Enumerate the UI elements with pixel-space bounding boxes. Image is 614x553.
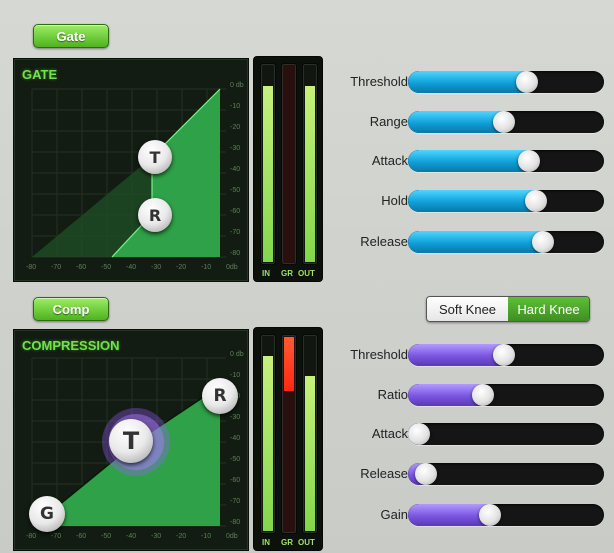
gate-graph[interactable]: GATE 0 db -10 -20 -30 -40 -50 -60 -70 -80 -80 -70… (13, 58, 249, 282)
comp-x-tick: -80 (26, 533, 37, 540)
gate-toggle-button[interactable]: Gate (33, 24, 109, 48)
soft-knee-option[interactable]: Soft Knee (427, 297, 508, 321)
gate-y-tick: -60 (230, 208, 241, 215)
comp-x-axis: -80 -70 -60 -50 -40 -30 -20 -10 0db (26, 533, 238, 545)
gate-out-meter (302, 63, 318, 265)
comp-x-tick: -60 (76, 533, 87, 540)
gate-hold-label: Hold (381, 193, 408, 208)
gate-y-tick: -30 (230, 145, 241, 152)
gate-y-tick: -10 (230, 103, 241, 110)
gate-gr-meter (281, 63, 297, 265)
gate-release-slider[interactable] (408, 231, 604, 253)
comp-gr-meter (281, 334, 297, 534)
gate-x-tick: 0db (226, 264, 238, 271)
comp-out-meter (302, 334, 318, 534)
comp-threshold-knob[interactable]: T (109, 419, 153, 463)
gate-x-tick: -60 (76, 264, 87, 271)
comp-y-tick: -60 (230, 477, 241, 484)
comp-x-tick: -10 (201, 533, 212, 540)
comp-y-axis: 0 db-10-20-30-40-50-60-70-80 (228, 351, 248, 532)
comp-y-tick: -40 (230, 435, 241, 442)
gate-range-slider[interactable] (408, 111, 604, 133)
comp-y-tick: -70 (230, 498, 241, 505)
gate-y-tick: -50 (230, 187, 241, 194)
comp-attack-label: Attack (371, 426, 408, 441)
gate-release-label: Release (360, 234, 408, 249)
compression-graph[interactable]: COMPRESSION 0 db-10-20-30-40-50-60-70-80… (13, 329, 249, 551)
gate-x-axis: -80 -70 -60 -50 -40 -30 -20 -10 0db (26, 264, 238, 276)
comp-gain-slider[interactable] (408, 504, 604, 526)
comp-toggle-button[interactable]: Comp (33, 297, 109, 321)
gate-y-tick: -40 (230, 166, 241, 173)
gate-out-label: OUT (298, 269, 315, 278)
gate-meters: IN GR OUT (253, 56, 323, 282)
comp-y-tick: -30 (230, 414, 241, 421)
comp-ratio-knob[interactable]: R (202, 378, 238, 414)
gate-y-axis: 0 db -10 -20 -30 -40 -50 -60 -70 -80 (228, 82, 248, 263)
comp-release-label: Release (360, 466, 408, 481)
gate-panel-title: GATE (22, 67, 58, 82)
gate-range-knob[interactable]: R (138, 198, 172, 232)
comp-x-tick: -20 (176, 533, 187, 540)
gate-hold-slider[interactable] (408, 190, 604, 212)
comp-attack-slider[interactable] (408, 423, 604, 445)
gate-y-tick: -80 (230, 250, 241, 257)
comp-meters: IN GR OUT (253, 327, 323, 551)
gate-graph-canvas (31, 88, 226, 258)
gate-gr-label: GR (281, 269, 293, 278)
gate-threshold-label: Threshold (350, 74, 408, 89)
gate-in-meter (260, 63, 276, 265)
gate-threshold-slider[interactable] (408, 71, 604, 93)
comp-release-slider[interactable] (408, 463, 604, 485)
gate-attack-slider[interactable] (408, 150, 604, 172)
hard-knee-option[interactable]: Hard Knee (508, 297, 589, 321)
comp-in-meter (260, 334, 276, 534)
gate-x-tick: -20 (176, 264, 187, 271)
gate-threshold-knob[interactable]: T (138, 140, 172, 174)
gate-y-tick: -20 (230, 124, 241, 131)
comp-y-tick: -50 (230, 456, 241, 463)
comp-threshold-label: Threshold (350, 347, 408, 362)
comp-x-tick: -70 (51, 533, 62, 540)
gate-x-tick: -70 (51, 264, 62, 271)
gate-x-tick: -30 (151, 264, 162, 271)
comp-gr-label: GR (281, 538, 293, 547)
gate-y-tick: 0 db (230, 82, 244, 89)
comp-x-tick: -50 (101, 533, 112, 540)
comp-x-tick: 0db (226, 533, 238, 540)
comp-gain-label: Gain (380, 507, 408, 522)
comp-in-label: IN (262, 538, 270, 547)
comp-gain-knob[interactable]: G (29, 496, 65, 532)
comp-out-label: OUT (298, 538, 315, 547)
gate-range-label: Range (369, 114, 408, 129)
comp-ratio-slider[interactable] (408, 384, 604, 406)
comp-y-tick: 0 db (230, 351, 244, 358)
gate-x-tick: -40 (126, 264, 137, 271)
comp-x-tick: -40 (126, 533, 137, 540)
knee-selector[interactable]: Soft Knee Hard Knee (426, 296, 590, 322)
gate-in-label: IN (262, 269, 270, 278)
gate-x-tick: -80 (26, 264, 37, 271)
comp-x-tick: -30 (151, 533, 162, 540)
gate-x-tick: -50 (101, 264, 112, 271)
comp-y-tick: -80 (230, 519, 241, 526)
gate-x-tick: -10 (201, 264, 212, 271)
gate-attack-label: Attack (371, 153, 408, 168)
comp-threshold-slider[interactable] (408, 344, 604, 366)
comp-ratio-label: Ratio (377, 387, 408, 402)
comp-y-tick: -10 (230, 372, 241, 379)
gate-y-tick: -70 (230, 229, 241, 236)
compression-panel-title: COMPRESSION (22, 338, 120, 353)
